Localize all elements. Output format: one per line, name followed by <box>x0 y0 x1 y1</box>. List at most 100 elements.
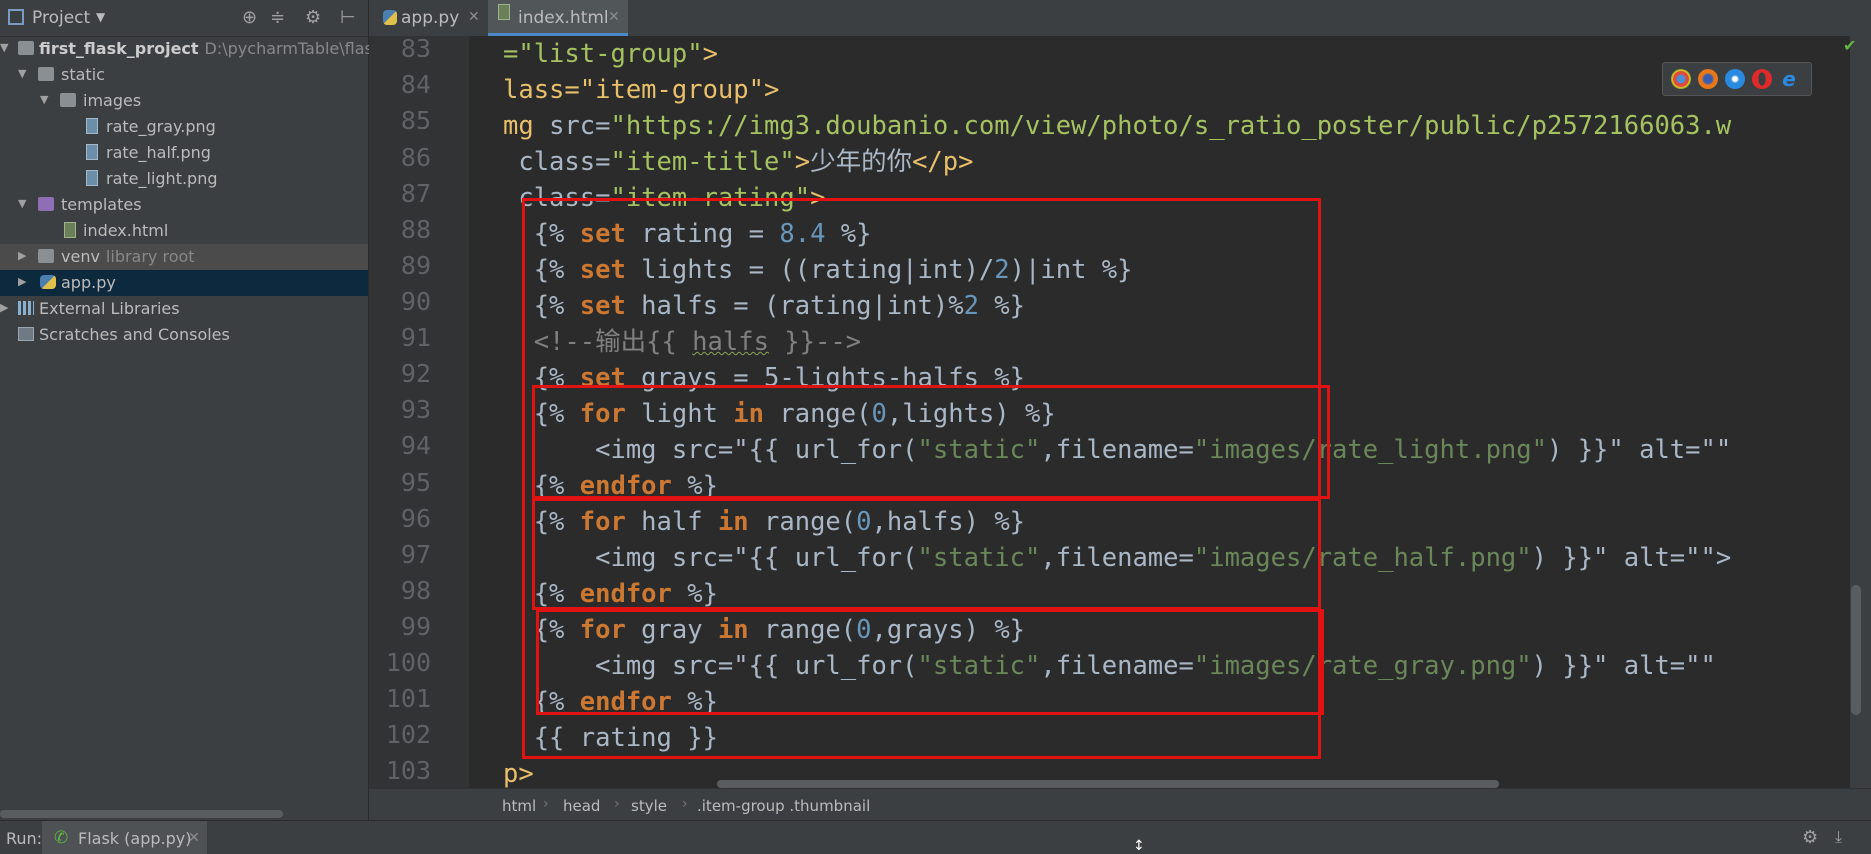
tree-item-index-html[interactable]: index.html <box>0 218 368 244</box>
project-horizontal-scrollbar[interactable] <box>0 810 283 818</box>
expand-arrow-icon[interactable]: ▼ <box>18 67 26 80</box>
line-number: 101 <box>385 684 431 713</box>
library-icon <box>18 301 34 315</box>
tree-item-rate-gray[interactable]: rate_gray.png <box>0 114 368 140</box>
tree-item-external-libraries[interactable]: ▶ External Libraries <box>0 296 368 322</box>
hide-panel-icon[interactable]: ⊢ <box>340 7 356 28</box>
code-line: {% set grays = 5-lights-halfs %} <box>503 363 1025 393</box>
run-tool-window-bar: Run: ✆ Flask (app.py) ✕ ⚙ ⤓ <box>0 820 1871 854</box>
expand-arrow-icon[interactable]: ▼ <box>0 41 8 54</box>
firefox-icon[interactable] <box>1698 69 1718 89</box>
folder-icon <box>38 67 54 81</box>
tree-item-label: venv library root <box>61 247 195 266</box>
mouse-cursor-icon: ↕ <box>1133 838 1145 854</box>
breadcrumb: html › head › style › .item-group .thumb… <box>369 788 1871 821</box>
line-number: 96 <box>400 504 431 533</box>
tree-item-label: templates <box>61 195 142 214</box>
folder-icon <box>38 197 54 211</box>
run-tab-flask[interactable]: ✆ Flask (app.py) ✕ <box>42 821 207 854</box>
line-number: 98 <box>400 576 431 605</box>
ie-icon[interactable]: e <box>1779 69 1799 89</box>
run-tab-label: Flask (app.py) <box>78 829 192 848</box>
scratches-icon <box>18 327 34 341</box>
tree-item-label: app.py <box>61 273 116 292</box>
code-horizontal-scrollbar[interactable] <box>717 780 1499 788</box>
line-number: 102 <box>385 720 431 749</box>
image-file-icon <box>86 170 98 186</box>
tree-item-scratches[interactable]: Scratches and Consoles <box>0 322 368 348</box>
html-file-icon <box>498 4 510 20</box>
breadcrumb-item[interactable]: head <box>563 797 600 815</box>
tree-item-label: External Libraries <box>39 299 180 318</box>
expand-arrow-icon[interactable]: ▶ <box>18 275 26 288</box>
breadcrumb-item[interactable]: html <box>502 797 536 815</box>
chevron-down-icon[interactable]: ▼ <box>96 10 105 24</box>
expand-arrow-icon[interactable]: ▼ <box>40 93 48 106</box>
code-line: {% set lights = ((rating|int)/2)|int %} <box>503 255 1133 285</box>
line-number: 86 <box>400 143 431 172</box>
collapse-all-icon[interactable]: ≑ <box>270 7 285 28</box>
folder-icon <box>18 41 34 55</box>
tree-item-static[interactable]: ▼ static <box>0 62 368 88</box>
project-title[interactable]: Project <box>32 8 90 28</box>
opera-icon[interactable] <box>1752 69 1772 89</box>
project-panel: Project ▼ ⊕ ≑ ⚙ ⊢ ▼ first_flask_project D… <box>0 0 413 820</box>
tree-item-app-py[interactable]: ▶ app.py <box>0 270 368 296</box>
expand-arrow-icon[interactable]: ▶ <box>0 301 8 314</box>
line-number: 99 <box>400 612 431 641</box>
gear-icon[interactable]: ⚙ <box>305 7 321 28</box>
code-line: ="list-group"> <box>503 39 718 69</box>
breadcrumb-item[interactable]: style <box>631 797 667 815</box>
browser-preview-bar: e <box>1662 62 1812 96</box>
code-line: {{ rating }} <box>503 723 718 753</box>
line-number: 90 <box>400 287 431 316</box>
code-line: mg src="https://img3.doubanio.com/view/p… <box>503 111 1732 141</box>
code-line: p> <box>503 759 534 788</box>
breadcrumb-item[interactable]: .item-group .thumbnail <box>697 797 870 815</box>
line-number: 95 <box>400 468 431 497</box>
safari-icon[interactable] <box>1725 69 1745 89</box>
code-line: class="item-title">少年的你</p> <box>503 147 974 177</box>
html-file-icon <box>64 222 76 238</box>
code-line: <img src="{{ url_for("static",filename="… <box>503 543 1732 573</box>
line-number: 87 <box>400 179 431 208</box>
tree-item-rate-half[interactable]: rate_half.png <box>0 140 368 166</box>
image-file-icon <box>86 118 98 134</box>
code-editor[interactable]: ="list-group"> lass="item-group"> mg src… <box>470 36 1850 788</box>
code-line: {% set halfs = (rating|int)%2 %} <box>503 291 1026 321</box>
tree-item-label: rate_half.png <box>106 143 211 162</box>
code-line: {% for half in range(0,halfs) %} <box>503 507 1026 537</box>
code-line: {% set rating = 8.4 %} <box>503 219 872 249</box>
tree-item-templates[interactable]: ▼ templates <box>0 192 368 218</box>
code-line: lass="item-group"> <box>503 75 780 105</box>
locate-icon[interactable]: ⊕ <box>242 7 257 28</box>
close-icon[interactable]: ✕ <box>608 9 620 25</box>
tree-item-project-root[interactable]: ▼ first_flask_project D:\pycharmTable\fla… <box>0 36 413 62</box>
minimize-icon[interactable]: ⤓ <box>1835 827 1842 847</box>
gear-icon[interactable]: ⚙ <box>1802 827 1818 848</box>
expand-arrow-icon[interactable]: ▼ <box>18 197 26 210</box>
expand-arrow-icon[interactable]: ▶ <box>18 249 26 262</box>
python-file-icon <box>40 275 56 289</box>
chrome-icon[interactable] <box>1671 69 1691 89</box>
close-icon[interactable]: ✕ <box>188 830 200 846</box>
project-view-icon[interactable] <box>8 9 24 25</box>
close-icon[interactable]: ✕ <box>468 9 480 25</box>
tree-item-rate-light[interactable]: rate_light.png <box>0 166 368 192</box>
line-number: 100 <box>385 648 431 677</box>
line-number: 92 <box>400 359 431 388</box>
line-number: 84 <box>400 70 431 99</box>
image-file-icon <box>86 144 98 160</box>
run-label: Run: <box>6 829 43 848</box>
tab-app-py[interactable]: app.py ✕ <box>379 0 487 36</box>
code-line: {% endfor %} <box>503 687 718 717</box>
tree-item-label: first_flask_project D:\pycharmTable\flask… <box>39 39 413 58</box>
tree-item-images[interactable]: ▼ images <box>0 88 368 114</box>
python-file-icon <box>383 10 397 25</box>
tab-label: app.py <box>401 8 460 28</box>
tree-item-venv[interactable]: ▶ venv library root <box>0 244 368 270</box>
vertical-scrollbar[interactable] <box>1851 585 1861 715</box>
check-icon: ✔ <box>1843 36 1857 55</box>
line-number: 103 <box>385 756 431 785</box>
tab-index-html[interactable]: index.html ✕ <box>488 0 628 36</box>
